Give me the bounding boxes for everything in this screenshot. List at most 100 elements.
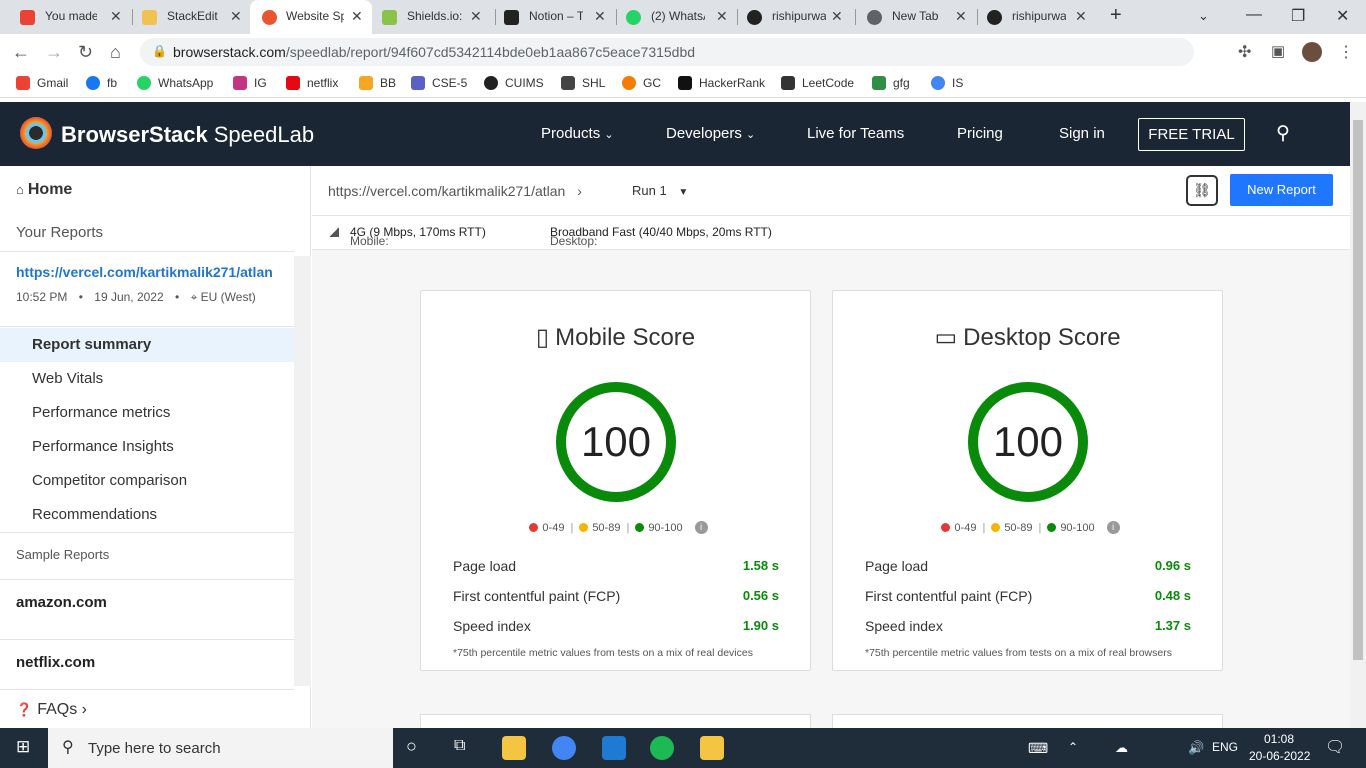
metric-row: Page load 0.96 s <box>865 558 1191 574</box>
sidebar-scrollbar[interactable] <box>294 256 311 686</box>
separator: | <box>570 521 574 534</box>
close-icon[interactable]: ✕ <box>1075 8 1087 25</box>
menu-kebab-icon[interactable]: ⋮ <box>1338 42 1354 62</box>
browser-tab[interactable]: New Tab ✕ <box>847 0 979 34</box>
brand-name[interactable]: BrowserStack SpeedLab <box>61 122 314 148</box>
new-tab-icon[interactable]: + <box>1110 4 1122 27</box>
bookmark-fb[interactable]: fb <box>86 76 117 90</box>
chrome-icon[interactable] <box>552 736 576 760</box>
bookmark-hackerrank[interactable]: HackerRank <box>678 76 765 90</box>
close-icon[interactable]: ✕ <box>955 8 967 25</box>
current-report-link[interactable]: https://vercel.com/kartikmalik271/atlan <box>16 264 273 280</box>
bookmark-gmail[interactable]: Gmail <box>16 76 68 90</box>
bookmark-ig[interactable]: IG <box>233 76 267 90</box>
browser-tab[interactable]: StackEdit ✕ <box>122 0 254 34</box>
notification-icon[interactable]: 🗨 <box>1325 737 1345 757</box>
sidebar-item-web-vitals[interactable]: Web Vitals <box>0 362 294 396</box>
nav-label: Developers <box>666 125 742 142</box>
new-report-button[interactable]: New Report <box>1230 174 1333 206</box>
spotify-icon[interactable] <box>650 736 674 760</box>
minimize-icon[interactable]: — <box>1246 6 1262 24</box>
back-arrow-icon[interactable]: ← <box>12 42 30 63</box>
address-bar[interactable]: 🔒 browserstack.com/speedlab/report/94f60… <box>140 38 1194 66</box>
forward-arrow-icon[interactable]: → <box>45 42 63 63</box>
divider <box>0 579 294 580</box>
close-icon[interactable]: ✕ <box>594 8 606 25</box>
free-trial-button[interactable]: FREE TRIAL <box>1138 118 1245 151</box>
file-explorer-icon[interactable] <box>502 736 526 760</box>
sidebar-item-competitor-comparison[interactable]: Competitor comparison <box>0 464 294 498</box>
sidebar-item-report-summary[interactable]: Report summary <box>0 328 294 362</box>
home-icon[interactable]: ⌂ <box>110 42 121 63</box>
chevron-up-icon[interactable]: ⌃ <box>1068 740 1078 754</box>
run-selector[interactable]: Run 1 ▼ <box>632 183 688 198</box>
scrollbar-thumb[interactable] <box>1353 120 1363 660</box>
browserstack-logo[interactable] <box>20 117 52 149</box>
copy-link-button[interactable]: ⛓ <box>1186 175 1218 206</box>
browser-tab-active[interactable]: Website Sp ✕ <box>250 0 372 34</box>
home-link[interactable]: ⌂ Home <box>16 181 72 199</box>
close-window-icon[interactable]: ✕ <box>1336 6 1349 26</box>
restore-icon[interactable]: ❐ <box>1291 6 1305 26</box>
bookmark-is[interactable]: IS <box>931 76 963 90</box>
sidebar-item-performance-insights[interactable]: Performance Insights <box>0 430 294 464</box>
browser-tab[interactable]: Notion – T ✕ <box>484 0 616 34</box>
language-indicator[interactable]: ENG <box>1212 740 1238 754</box>
nav-developers[interactable]: Developers ⌄ <box>666 125 755 142</box>
volume-icon[interactable]: 🔊 <box>1188 740 1204 756</box>
close-icon[interactable]: ✕ <box>351 8 363 25</box>
profile-avatar[interactable] <box>1302 42 1322 62</box>
search-icon[interactable]: ⚲ <box>1276 122 1290 145</box>
faqs-label: FAQs <box>37 701 78 718</box>
sidepanel-icon[interactable]: ▣ <box>1271 42 1285 60</box>
nav-sign-in[interactable]: Sign in <box>1059 125 1105 142</box>
browser-tab[interactable]: rishipurwa ✕ <box>967 0 1099 34</box>
clock-date[interactable]: 20-06-2022 <box>1249 749 1310 763</box>
legend-label: 0-49 <box>542 521 565 534</box>
bookmark-netflix[interactable]: netflix <box>286 76 338 90</box>
nav-live-for-teams[interactable]: Live for Teams <box>807 125 904 142</box>
close-icon[interactable]: ✕ <box>230 8 242 25</box>
browser-tab[interactable]: Shields.io: ✕ <box>362 0 494 34</box>
nav-pricing[interactable]: Pricing <box>957 125 1003 142</box>
bookmark-whatsapp[interactable]: WhatsApp <box>137 76 213 90</box>
extension-icon[interactable]: ✣ <box>1238 42 1251 62</box>
info-icon[interactable]: i <box>1106 521 1120 534</box>
sample-report-netflix[interactable]: netflix.com <box>16 654 95 671</box>
sidebar-item-performance-metrics[interactable]: Performance metrics <box>0 396 294 430</box>
bookmark-leetcode[interactable]: LeetCode <box>781 76 854 90</box>
keyboard-icon[interactable]: ⌨ <box>1028 740 1048 757</box>
taskbar-search[interactable]: ⚲ Type here to search <box>48 728 393 768</box>
faqs-link[interactable]: ❓ FAQs › <box>16 701 87 719</box>
sample-report-amazon[interactable]: amazon.com <box>16 594 107 611</box>
bookmark-cuims[interactable]: CUIMS <box>484 76 544 90</box>
bookmark-cse5[interactable]: CSE-5 <box>411 76 467 90</box>
browser-tab[interactable]: (2) WhatsA ✕ <box>606 0 738 34</box>
reload-icon[interactable]: ↻ <box>78 42 93 63</box>
bookmark-bb[interactable]: BB <box>359 76 396 90</box>
next-card-partial <box>420 714 811 728</box>
chevron-down-icon[interactable]: ⌄ <box>1198 8 1209 24</box>
clock-time[interactable]: 01:08 <box>1264 732 1294 746</box>
close-icon[interactable]: ✕ <box>716 8 728 25</box>
close-icon[interactable]: ✕ <box>831 8 843 25</box>
sidebar-item-recommendations[interactable]: Recommendations <box>0 498 294 532</box>
bookmark-gc[interactable]: GC <box>622 76 661 90</box>
windows-start-icon[interactable]: ⊞ <box>16 737 30 757</box>
url-text[interactable]: browserstack.com/speedlab/report/94f607c… <box>173 44 695 60</box>
task-view-icon[interactable]: ⧉ <box>454 737 465 755</box>
nav-products[interactable]: Products ⌄ <box>541 125 614 142</box>
page-scrollbar[interactable] <box>1350 102 1366 728</box>
bookmark-shl[interactable]: SHL <box>561 76 605 90</box>
cloud-icon[interactable]: ☁ <box>1115 740 1128 756</box>
close-icon[interactable]: ✕ <box>110 8 122 25</box>
close-icon[interactable]: ✕ <box>470 8 482 25</box>
info-icon[interactable]: i <box>694 521 708 534</box>
vscode-icon[interactable] <box>602 736 626 760</box>
chevron-down-icon: ⌄ <box>746 129 756 141</box>
browser-tab[interactable]: rishipurwa ✕ <box>727 0 859 34</box>
cortana-icon[interactable]: ○ <box>406 736 417 757</box>
file-app-icon[interactable] <box>700 736 724 760</box>
browser-tab[interactable]: You made ✕ <box>0 0 132 34</box>
bookmark-gfg[interactable]: gfg <box>872 76 910 90</box>
